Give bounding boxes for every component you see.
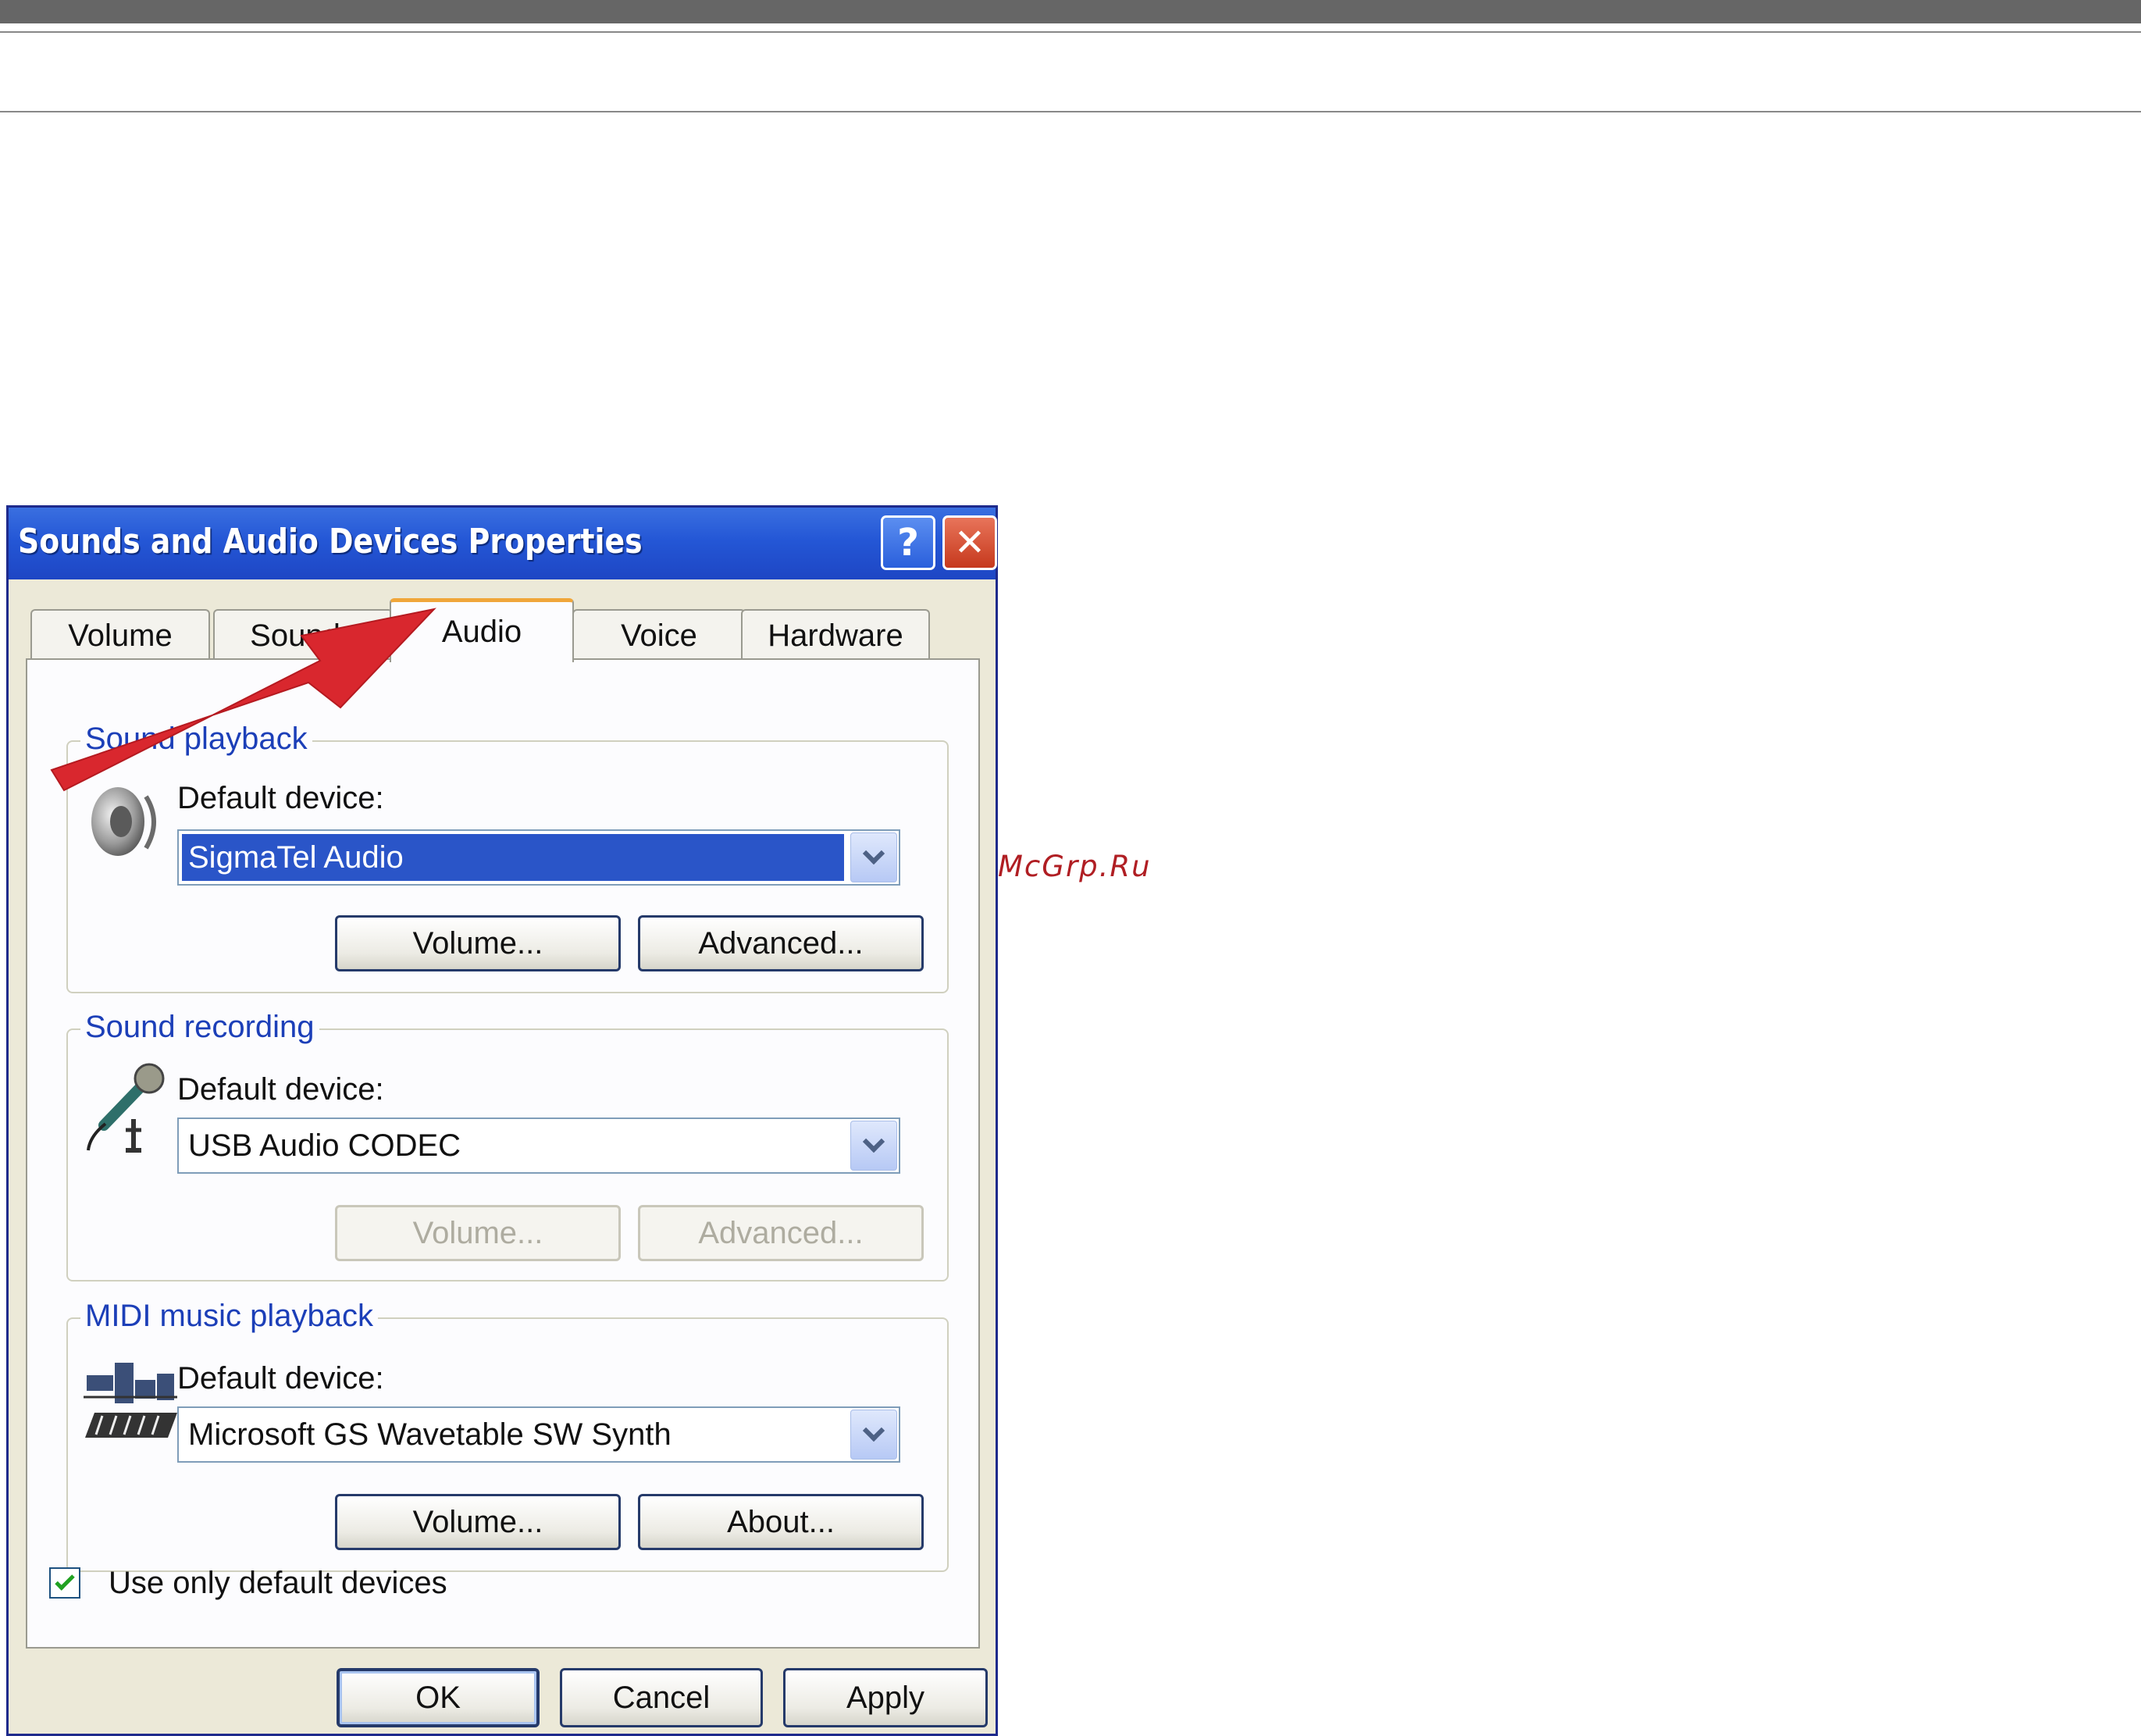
tab-voice[interactable]: Voice <box>572 609 746 661</box>
tab-hardware[interactable]: Hardware <box>741 609 930 661</box>
playback-volume-button[interactable]: Volume... <box>335 915 621 971</box>
apply-button[interactable]: Apply <box>783 1668 988 1727</box>
microphone-icon <box>87 1063 165 1153</box>
midi-volume-button[interactable]: Volume... <box>335 1494 621 1550</box>
sound-recording-group: Sound recording Default device: USB Audi… <box>66 1010 949 1282</box>
tab-sounds[interactable]: Sounds <box>213 609 393 661</box>
tab-volume[interactable]: Volume <box>30 609 210 661</box>
midi-default-device-label: Default device: <box>177 1361 384 1396</box>
dialog-titlebar[interactable]: Sounds and Audio Devices Properties ? ✕ <box>9 508 997 579</box>
check-icon <box>55 1570 75 1591</box>
recording-default-device-label: Default device: <box>177 1072 384 1107</box>
midi-device-value: Microsoft GS Wavetable SW Synth <box>188 1417 672 1452</box>
midi-about-button[interactable]: About... <box>638 1494 924 1550</box>
section-rule <box>0 111 2141 112</box>
chevron-down-icon[interactable] <box>850 832 897 882</box>
tab-audio[interactable]: Audio <box>390 598 574 662</box>
midi-playback-legend: MIDI music playback <box>80 1299 378 1334</box>
playback-default-device-label: Default device: <box>177 781 384 815</box>
close-button[interactable]: ✕ <box>942 515 997 570</box>
chevron-down-icon[interactable] <box>850 1121 897 1171</box>
speaker-icon <box>91 787 156 856</box>
sounds-audio-dialog: Sounds and Audio Devices Properties ? ✕ … <box>6 505 998 1736</box>
playback-device-value: SigmaTel Audio <box>188 840 404 875</box>
dialog-title: Sounds and Audio Devices Properties <box>18 522 643 561</box>
page-header-bar <box>0 0 2141 23</box>
help-icon: ? <box>897 521 919 565</box>
use-default-devices-label[interactable]: Use only default devices <box>109 1566 447 1601</box>
midi-keyboard-icon <box>84 1363 177 1438</box>
recording-device-select[interactable]: USB Audio CODEC <box>177 1118 900 1174</box>
use-default-devices-checkbox[interactable] <box>49 1567 80 1599</box>
chevron-down-icon[interactable] <box>850 1410 897 1460</box>
playback-device-selection: SigmaTel Audio <box>182 834 844 881</box>
audio-tab-panel: Sound playback Default device: SigmaTel … <box>26 658 980 1649</box>
recording-volume-button: Volume... <box>335 1205 621 1261</box>
close-icon: ✕ <box>953 521 986 565</box>
playback-device-select[interactable]: SigmaTel Audio <box>177 829 900 886</box>
help-button[interactable]: ? <box>881 515 935 570</box>
recording-device-value: USB Audio CODEC <box>188 1128 461 1163</box>
recording-advanced-button: Advanced... <box>638 1205 924 1261</box>
sound-playback-legend: Sound playback <box>80 722 312 757</box>
midi-device-select[interactable]: Microsoft GS Wavetable SW Synth <box>177 1406 900 1463</box>
header-rule <box>0 31 2141 33</box>
cancel-button[interactable]: Cancel <box>560 1668 763 1727</box>
ok-button[interactable]: OK <box>337 1668 540 1727</box>
sound-playback-group: Sound playback Default device: SigmaTel … <box>66 722 949 993</box>
sound-recording-legend: Sound recording <box>80 1010 319 1045</box>
playback-advanced-button[interactable]: Advanced... <box>638 915 924 971</box>
watermark: McGrp.Ru <box>998 850 1152 883</box>
midi-playback-group: MIDI music playback Default device: Micr… <box>66 1299 949 1572</box>
